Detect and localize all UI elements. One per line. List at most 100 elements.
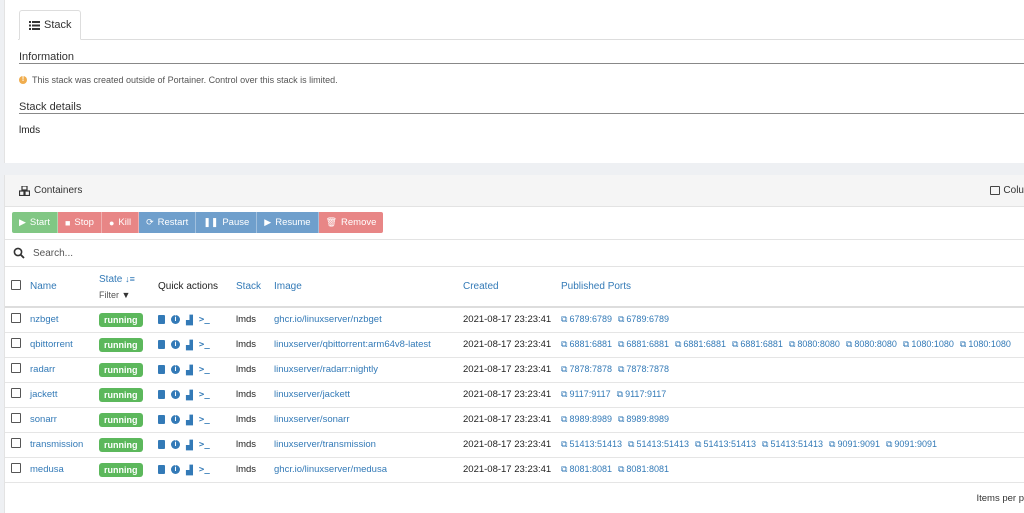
published-port-link[interactable]: ⧉ 9091:9091 — [829, 439, 880, 450]
stats-icon[interactable]: ▟ — [186, 465, 193, 475]
logs-icon[interactable] — [158, 340, 165, 349]
console-icon[interactable]: >_ — [199, 365, 210, 375]
remove-button[interactable]: 🗑 Remove — [318, 212, 384, 233]
inspect-icon[interactable]: i — [171, 440, 180, 449]
container-name-link[interactable]: transmission — [30, 439, 83, 450]
name-header-label: Name — [30, 281, 57, 292]
published-port-link[interactable]: ⧉ 9091:9091 — [886, 439, 937, 450]
published-port-link[interactable]: ⧉ 8080:8080 — [846, 339, 897, 350]
columns-toggle[interactable]: Colu — [990, 185, 1024, 196]
published-port-value: 51413:51413 — [770, 439, 823, 449]
row-checkbox[interactable] — [11, 388, 21, 398]
published-port-link[interactable]: ⧉ 1080:1080 — [960, 339, 1011, 350]
stats-icon[interactable]: ▟ — [186, 315, 193, 325]
stats-icon[interactable]: ▟ — [186, 340, 193, 350]
state-filter[interactable]: Filter ▼ — [99, 289, 158, 301]
stack-column-header[interactable]: Stack — [236, 267, 274, 308]
image-link[interactable]: linuxserver/transmission — [274, 439, 376, 450]
logs-icon[interactable] — [158, 440, 165, 449]
inspect-icon[interactable]: i — [171, 365, 180, 374]
table-row: nzbget running i ▟ >_ lmds ghcr.io/linuxserver… — [5, 307, 1024, 333]
container-name-link[interactable]: sonarr — [30, 414, 57, 425]
published-port-link[interactable]: ⧉ 9117:9117 — [617, 389, 667, 400]
row-checkbox[interactable] — [11, 313, 21, 324]
row-checkbox[interactable] — [11, 338, 21, 348]
console-icon[interactable]: >_ — [199, 390, 210, 400]
tab-stack[interactable]: Stack — [19, 10, 81, 40]
refresh-icon: ⟳ — [146, 217, 154, 227]
published-port-link[interactable]: ⧉ 8081:8081 — [561, 464, 612, 475]
logs-icon[interactable] — [158, 365, 165, 374]
container-name-link[interactable]: medusa — [30, 464, 64, 475]
state-cell: running — [99, 307, 158, 333]
image-link[interactable]: ghcr.io/linuxserver/medusa — [274, 464, 387, 475]
published-port-link[interactable]: ⧉ 7878:7878 — [618, 364, 669, 375]
published-port-link[interactable]: ⧉ 1080:1080 — [903, 339, 954, 350]
image-column-header[interactable]: Image — [274, 267, 463, 308]
stop-button[interactable]: ■ Stop — [57, 212, 102, 233]
row-checkbox[interactable] — [11, 438, 21, 448]
published-port-link[interactable]: ⧉ 6881:6881 — [732, 339, 783, 350]
stats-icon[interactable]: ▟ — [186, 440, 193, 450]
published-port-link[interactable]: ⧉ 6881:6881 — [675, 339, 726, 350]
console-icon[interactable]: >_ — [199, 440, 210, 450]
published-ports-column-header[interactable]: Published Ports — [561, 267, 1024, 308]
stats-icon[interactable]: ▟ — [186, 390, 193, 400]
search-input[interactable] — [33, 247, 433, 259]
created-cell: 2021-08-17 23:23:41 — [463, 432, 561, 458]
published-port-link[interactable]: ⧉ 6789:6789 — [561, 314, 612, 325]
published-port-link[interactable]: ⧉ 51413:51413 — [561, 439, 622, 450]
published-port-link[interactable]: ⧉ 8080:8080 — [789, 339, 840, 350]
created-column-header[interactable]: Created — [463, 267, 561, 308]
kill-button[interactable]: ● Kill — [101, 212, 140, 233]
published-port-link[interactable]: ⧉ 8989:8989 — [618, 414, 669, 425]
console-icon[interactable]: >_ — [199, 340, 210, 350]
row-checkbox[interactable] — [11, 413, 21, 423]
start-button[interactable]: ▶ Start — [12, 212, 58, 233]
row-checkbox[interactable] — [11, 363, 21, 373]
image-header-label: Image — [274, 281, 302, 292]
container-name-link[interactable]: nzbget — [30, 314, 59, 325]
image-link[interactable]: linuxserver/radarr:nightly — [274, 364, 378, 375]
published-port-link[interactable]: ⧉ 9117:9117 — [561, 389, 611, 400]
resume-button[interactable]: ▶ Resume — [257, 212, 319, 233]
published-port-link[interactable]: ⧉ 6881:6881 — [561, 339, 612, 350]
published-port-link[interactable]: ⧉ 7878:7878 — [561, 364, 612, 375]
published-port-link[interactable]: ⧉ 8989:8989 — [561, 414, 612, 425]
console-icon[interactable]: >_ — [199, 315, 210, 325]
container-name-link[interactable]: qbittorrent — [30, 339, 73, 350]
remove-label: Remove — [341, 217, 377, 228]
console-icon[interactable]: >_ — [199, 465, 210, 475]
console-icon[interactable]: >_ — [199, 415, 210, 425]
image-link[interactable]: linuxserver/sonarr — [274, 414, 350, 425]
logs-icon[interactable] — [158, 315, 165, 325]
inspect-icon[interactable]: i — [171, 465, 180, 474]
select-all-checkbox[interactable] — [11, 280, 21, 290]
published-port-link[interactable]: ⧉ 6881:6881 — [618, 339, 669, 350]
inspect-icon[interactable]: i — [171, 390, 180, 399]
image-link[interactable]: linuxserver/qbittorrent:arm64v8-latest — [274, 339, 431, 350]
name-column-header[interactable]: Name — [30, 267, 99, 308]
inspect-icon[interactable]: i — [171, 315, 180, 325]
restart-button[interactable]: ⟳ Restart — [139, 212, 197, 233]
row-select-cell — [5, 382, 30, 408]
published-port-link[interactable]: ⧉ 51413:51413 — [695, 439, 756, 450]
state-column-header[interactable]: State ↓≡ Filter ▼ — [99, 267, 158, 308]
stats-icon[interactable]: ▟ — [186, 415, 193, 425]
inspect-icon[interactable]: i — [171, 415, 180, 424]
published-port-link[interactable]: ⧉ 8081:8081 — [618, 464, 669, 475]
container-name-link[interactable]: radarr — [30, 364, 55, 375]
pause-button[interactable]: ❚❚ Pause — [196, 212, 258, 233]
logs-icon[interactable] — [158, 390, 165, 399]
logs-icon[interactable] — [158, 465, 165, 474]
row-checkbox[interactable] — [11, 463, 21, 473]
published-port-link[interactable]: ⧉ 6789:6789 — [618, 314, 669, 325]
inspect-icon[interactable]: i — [171, 340, 180, 349]
published-port-link[interactable]: ⧉ 51413:51413 — [628, 439, 689, 450]
image-link[interactable]: ghcr.io/linuxserver/nzbget — [274, 314, 382, 325]
logs-icon[interactable] — [158, 415, 165, 424]
container-name-link[interactable]: jackett — [30, 389, 57, 400]
published-port-link[interactable]: ⧉ 51413:51413 — [762, 439, 823, 450]
stats-icon[interactable]: ▟ — [186, 365, 193, 375]
image-link[interactable]: linuxserver/jackett — [274, 389, 350, 400]
